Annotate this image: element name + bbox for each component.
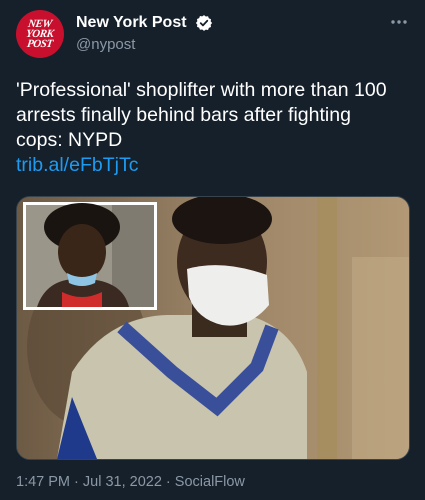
display-name[interactable]: New York Post	[76, 14, 187, 32]
avatar-logo-line-3: POST	[26, 38, 54, 50]
tweet-photo[interactable]	[16, 196, 410, 460]
tweet: NEW YORK POST New York Post @nypost 'Pro…	[0, 0, 425, 500]
tweet-source[interactable]: SocialFlow	[175, 474, 245, 490]
meta-separator: ·	[70, 474, 83, 490]
more-options-icon[interactable]	[389, 12, 409, 32]
tweet-header: NEW YORK POST New York Post @nypost	[16, 10, 409, 60]
tweet-date[interactable]: Jul 31, 2022	[83, 474, 162, 490]
tweet-body: 'Professional' shoplifter with more than…	[16, 79, 387, 151]
photo-illustration	[17, 197, 409, 459]
meta-separator-2: ·	[161, 474, 175, 490]
handle[interactable]: @nypost	[76, 36, 213, 53]
verified-badge-icon	[195, 15, 213, 31]
tweet-meta: 1:47 PM · Jul 31, 2022 · SocialFlow	[16, 474, 245, 490]
avatar[interactable]: NEW YORK POST	[16, 10, 64, 58]
more-dots-icon	[391, 20, 407, 24]
tweet-link[interactable]: trib.al/eFbTjTc	[16, 153, 396, 178]
tweet-time[interactable]: 1:47 PM	[16, 474, 70, 490]
tweet-text: 'Professional' shoplifter with more than…	[16, 78, 396, 178]
account-names: New York Post @nypost	[76, 14, 213, 53]
